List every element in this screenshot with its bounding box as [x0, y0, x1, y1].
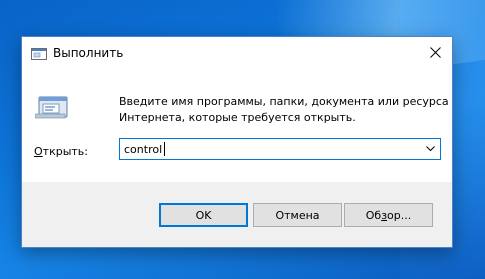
chevron-down-icon [425, 146, 435, 152]
instruction-text: Введите имя программы, папки, документа … [119, 95, 449, 124]
browse-label-suffix: ор... [387, 208, 412, 222]
open-label: Открыть: [34, 145, 88, 158]
browse-button[interactable]: Об з ор... [344, 203, 433, 227]
title-bar[interactable]: Выполнить [22, 37, 452, 68]
cancel-button[interactable]: Отмена [253, 203, 342, 227]
close-icon [429, 47, 441, 58]
dropdown-button[interactable] [420, 139, 440, 159]
run-program-icon [35, 96, 68, 119]
dialog-content: Введите имя программы, папки, документа … [22, 68, 452, 182]
browse-label-prefix: Об [365, 208, 382, 222]
close-button[interactable] [418, 37, 452, 68]
text-cursor [164, 142, 165, 156]
desktop-background: Выполнить Введите имя программы, папки, … [0, 0, 485, 279]
run-dialog: Выполнить Введите имя программы, папки, … [21, 36, 453, 248]
run-app-icon [31, 48, 47, 60]
ok-button[interactable]: OK [159, 203, 248, 227]
open-label-text: ткрыть: [42, 145, 88, 158]
open-label-mnemonic: О [34, 145, 43, 158]
open-combobox[interactable] [119, 138, 441, 160]
window-title: Выполнить [53, 46, 124, 60]
button-bar: OK Отмена Об з ор... [22, 182, 452, 247]
